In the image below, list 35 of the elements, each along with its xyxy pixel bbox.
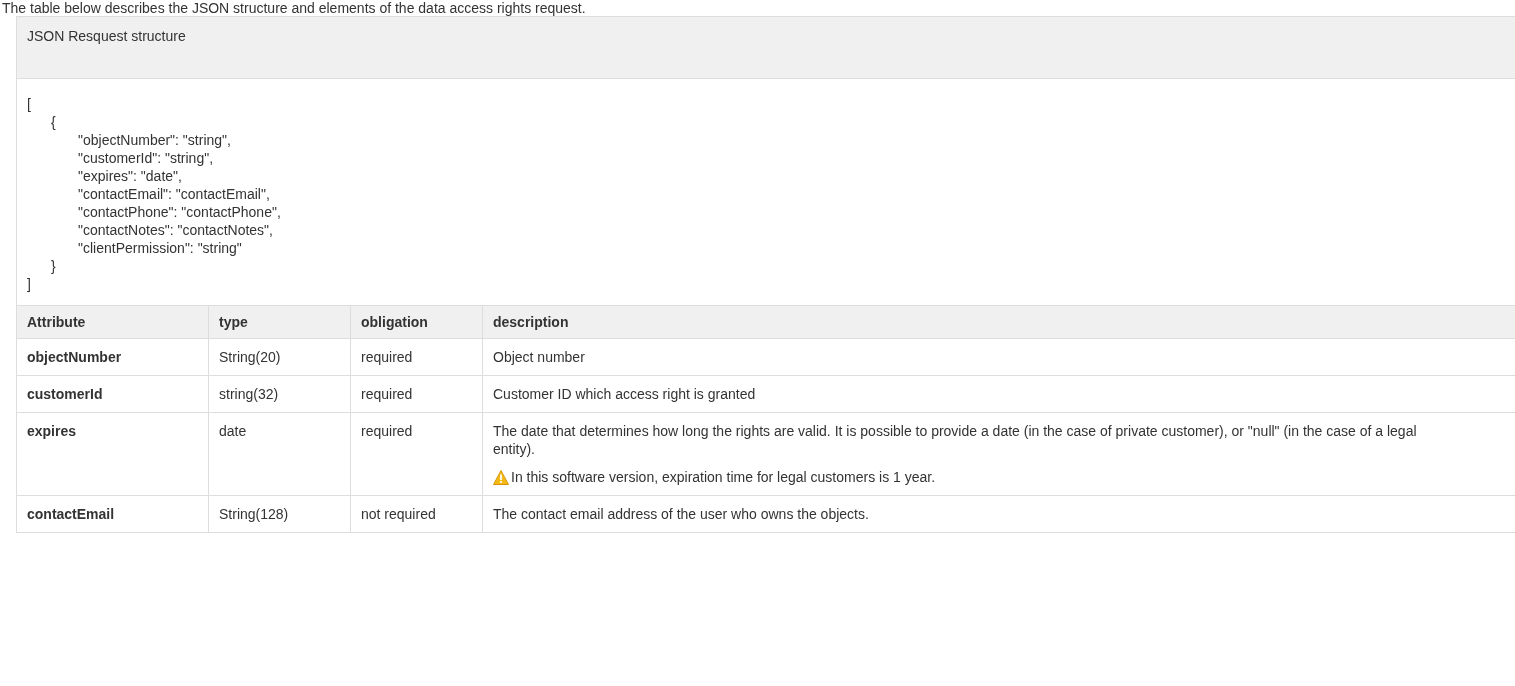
column-header: Attribute [16, 305, 209, 339]
code-line: "clientPermission": "string" [78, 239, 243, 257]
table-cell: String(128) [208, 495, 351, 533]
code-line: "contactNotes": "contactNotes", [78, 221, 274, 239]
description-text: Customer ID which access right is granted [493, 385, 757, 403]
table-cell: objectNumber [16, 338, 209, 376]
column-header: type [208, 305, 351, 339]
column-header: obligation [350, 305, 483, 339]
code-line: "contactPhone": "contactPhone", [78, 203, 282, 221]
table-cell: not required [350, 495, 483, 533]
description-text: The contact email address of the user who owns the objects. [493, 505, 870, 523]
table-cell: customerId [16, 375, 209, 413]
column-header: description [482, 305, 1515, 339]
code-line: ] [27, 275, 31, 293]
description-text: Object number [493, 348, 586, 366]
table-cell: required [350, 375, 483, 413]
code-line: { [51, 113, 56, 131]
code-line: } [51, 257, 56, 275]
table-cell: required [350, 412, 483, 496]
warning-note: In this software version, expiration time for legal customers is 1 year. [511, 468, 936, 486]
warning-icon [493, 469, 509, 485]
code-line: "customerId": "string", [78, 149, 215, 167]
table-cell: String(20) [208, 338, 351, 376]
code-line: "contactEmail": "contactEmail", [78, 185, 271, 203]
table-cell: expires [16, 412, 209, 496]
description-text: The date that determines how long the rights are valid. It is possible to provide a date (in the case of private customer), or "null" (in the case of a legal entity). [493, 422, 1418, 458]
code-line: [ [27, 95, 31, 113]
code-line: "objectNumber": "string", [78, 131, 232, 149]
code-line: "expires": "date", [78, 167, 183, 185]
intro-text: The table below describes the JSON structure and elements of the data access rights request. [2, 0, 586, 16]
code-panel-header: JSON Resquest structure [16, 16, 1515, 79]
table-cell: date [208, 412, 351, 496]
table-cell: required [350, 338, 483, 376]
table-cell: contactEmail [16, 495, 209, 533]
table-cell: string(32) [208, 375, 351, 413]
